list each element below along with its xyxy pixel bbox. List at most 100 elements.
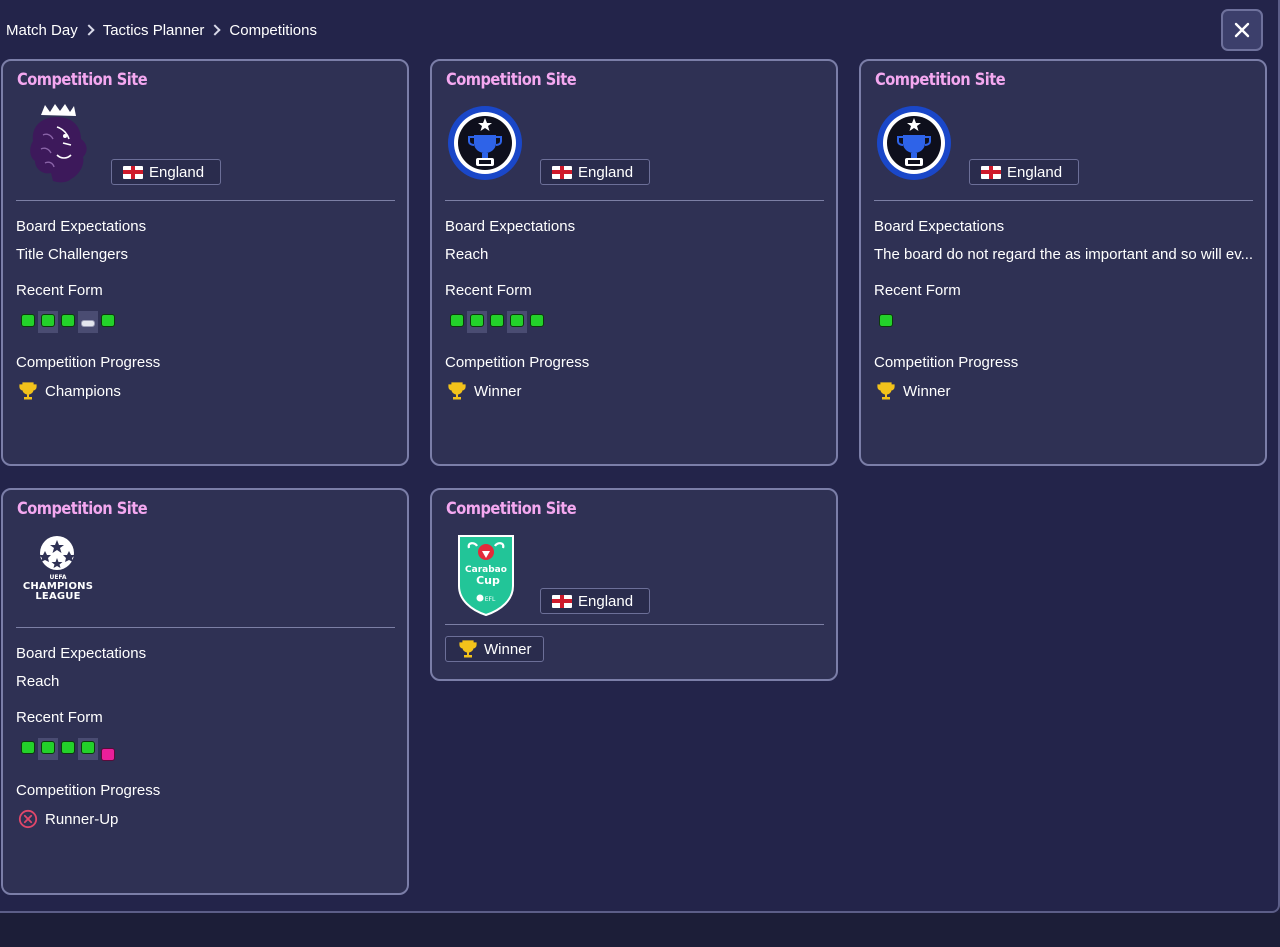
breadcrumb-competitions[interactable]: Competitions (229, 22, 317, 39)
competition-progress-badge[interactable]: Winner (445, 636, 544, 662)
form-result[interactable] (78, 738, 98, 760)
competition-progress-label: Competition Progress (16, 354, 161, 371)
nation-badge[interactable]: England (969, 159, 1079, 185)
breadcrumb-match-day[interactable]: Match Day (6, 22, 78, 39)
form-win-marker (21, 314, 35, 327)
form-result[interactable] (18, 738, 38, 760)
cup-trophy-badge-logo (447, 105, 523, 181)
competition-site-link[interactable]: Competition Site (446, 499, 577, 519)
england-flag-icon (123, 165, 143, 179)
recent-form (18, 738, 118, 761)
competition-site-link[interactable]: Competition Site (17, 70, 148, 90)
form-win-marker (41, 741, 55, 754)
breadcrumb: Match Day Tactics Planner Competitions (6, 20, 317, 40)
close-icon (1234, 22, 1250, 38)
nation-label: England (149, 163, 205, 181)
form-win-marker (879, 314, 893, 327)
recent-form-label: Recent Form (874, 282, 961, 299)
trophy-icon (447, 381, 467, 401)
competition-progress: Winner (447, 381, 522, 401)
form-result[interactable] (38, 738, 58, 760)
form-result[interactable] (18, 311, 38, 333)
nation-label: England (578, 163, 634, 181)
board-expectations-value: The board do not regard the as important… (874, 246, 1254, 263)
progress-value: Champions (45, 382, 121, 400)
form-result[interactable] (487, 311, 507, 333)
competition-site-link[interactable]: Competition Site (875, 70, 1006, 90)
competition-card-premier-league: Competition Site England Board Expectati… (1, 59, 409, 466)
breadcrumb-tactics-planner[interactable]: Tactics Planner (103, 22, 205, 39)
logo-text-efl: EFL (485, 596, 496, 603)
competition-progress: Runner-Up (18, 809, 118, 829)
recent-form (876, 311, 896, 333)
recent-form (447, 311, 547, 333)
recent-form-label: Recent Form (445, 282, 532, 299)
recent-form-label: Recent Form (16, 282, 103, 299)
runner-up-icon (18, 809, 38, 829)
england-flag-icon (552, 165, 572, 179)
competition-card-cup: Competition Site England Board Expectati… (859, 59, 1267, 466)
competition-progress-label: Competition Progress (874, 354, 1019, 371)
competition-progress-label: Competition Progress (16, 782, 161, 799)
progress-value: Winner (474, 382, 522, 400)
form-result[interactable] (78, 311, 98, 333)
competition-card-carabao-cup: Competition Site Carabao Cup EFL England… (430, 488, 838, 681)
form-result[interactable] (876, 311, 896, 333)
form-win-marker (470, 314, 484, 327)
nation-label: England (578, 592, 634, 610)
cup-trophy-badge-logo (876, 105, 952, 181)
form-win-marker (510, 314, 524, 327)
carabao-cup-logo: Carabao Cup EFL (457, 534, 515, 617)
chevron-right-icon (209, 24, 222, 36)
board-expectations-label: Board Expectations (445, 218, 576, 235)
nation-badge[interactable]: England (540, 588, 650, 614)
divider (16, 627, 395, 628)
progress-value: Runner-Up (45, 810, 119, 828)
progress-value: Winner (903, 382, 951, 400)
trophy-icon (18, 381, 38, 401)
close-button[interactable] (1221, 9, 1263, 51)
nation-badge[interactable]: England (111, 159, 221, 185)
premier-league-lion-logo (23, 103, 95, 185)
board-expectations-label: Board Expectations (16, 218, 147, 235)
form-result[interactable] (58, 311, 78, 333)
england-flag-icon (981, 165, 1001, 179)
nation-label: England (1007, 163, 1063, 181)
trophy-icon (876, 381, 896, 401)
bottom-bar (0, 913, 1280, 947)
competition-progress: Winner (876, 381, 951, 401)
form-win-marker (61, 314, 75, 327)
divider (445, 624, 824, 625)
form-win-marker (41, 314, 55, 327)
competition-progress-label: Competition Progress (445, 354, 590, 371)
form-result[interactable] (527, 311, 547, 333)
recent-form (18, 311, 118, 333)
nation-badge[interactable]: England (540, 159, 650, 185)
form-win-marker (101, 314, 115, 327)
form-result[interactable] (38, 311, 58, 333)
competition-card-champions-league: Competition Site UEFA CHAMPIONS LEAGUE B… (1, 488, 409, 895)
form-result[interactable] (507, 311, 527, 333)
recent-form-label: Recent Form (16, 709, 103, 726)
form-win-marker (450, 314, 464, 327)
competition-card-cup: Competition Site England Board Expectati… (430, 59, 838, 466)
competition-site-link[interactable]: Competition Site (446, 70, 577, 90)
form-result[interactable] (447, 311, 467, 333)
board-expectations-label: Board Expectations (874, 218, 1005, 235)
form-win-marker (21, 741, 35, 754)
form-result[interactable] (98, 311, 118, 333)
board-expectations-value: Title Challengers (16, 246, 128, 263)
form-loss-marker (101, 748, 115, 761)
progress-value: Winner (484, 640, 532, 658)
form-win-marker (490, 314, 504, 327)
logo-text-cup: Cup (476, 574, 500, 587)
form-result[interactable] (58, 738, 78, 760)
champions-league-logo: UEFA CHAMPIONS LEAGUE (15, 534, 101, 614)
form-win-marker (61, 741, 75, 754)
form-result[interactable] (98, 738, 118, 761)
competition-site-link[interactable]: Competition Site (17, 499, 148, 519)
form-result[interactable] (467, 311, 487, 333)
logo-text-league: LEAGUE (35, 591, 81, 602)
competition-progress: Champions (18, 381, 121, 401)
divider (874, 200, 1253, 201)
